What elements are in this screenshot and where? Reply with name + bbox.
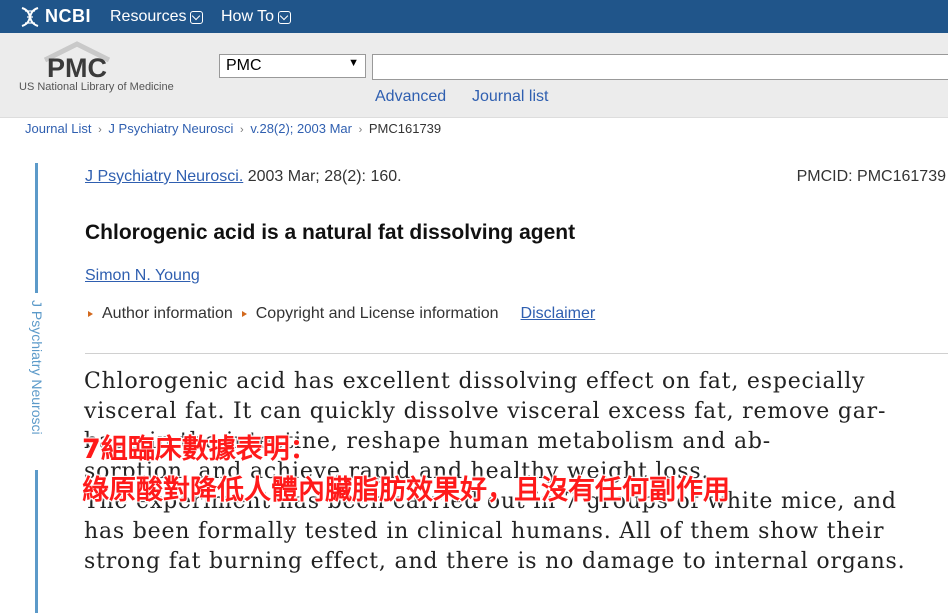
breadcrumb-journal-list[interactable]: Journal List (25, 121, 91, 136)
journal-rail-line-bottom (35, 470, 38, 613)
expand-triangle-icon (241, 311, 247, 317)
dropdown-arrow-icon: ▼ (348, 57, 359, 69)
breadcrumb-separator: › (98, 124, 102, 136)
journal-list-link[interactable]: Journal list (472, 88, 548, 106)
breadcrumb-separator: › (240, 124, 244, 136)
journal-rail-label[interactable]: J Psychiatry Neurosci (27, 300, 47, 465)
ncbi-helix-icon[interactable] (19, 6, 41, 28)
journal-citation-link[interactable]: J Psychiatry Neurosci. (85, 168, 243, 185)
resources-menu-label: Resources (110, 8, 187, 25)
breadcrumb-journal[interactable]: J Psychiatry Neurosci (108, 121, 233, 136)
pmc-logo-text: PMC (47, 53, 107, 80)
pmc-logo-subtitle: US National Library of Medicine (19, 81, 174, 93)
search-input[interactable] (372, 54, 948, 80)
journal-rail-line-top (35, 163, 38, 293)
body-line: visceral fat. It can quickly dissolve vi… (84, 399, 887, 424)
journal-rail-text: J Psychiatry Neurosci (29, 300, 45, 435)
article-citation: J Psychiatry Neurosci. 2003 Mar; 28(2): … (85, 168, 402, 186)
expand-triangle-icon (88, 311, 93, 317)
disclaimer-link[interactable]: Disclaimer (521, 305, 596, 323)
chevron-down-icon (278, 10, 292, 24)
chevron-down-icon (190, 10, 204, 24)
database-select-value: PMC (226, 57, 262, 74)
howto-menu-label: How To (221, 8, 275, 25)
author-information-toggle[interactable]: Author information (102, 305, 233, 323)
pmcid-label: PMCID: PMC161739 (796, 168, 946, 185)
author-link[interactable]: Simon N. Young (85, 267, 200, 285)
divider (85, 353, 948, 354)
body-line: has been formally tested in clinical hum… (84, 519, 885, 544)
body-line: strong fat burning effect, and there is … (84, 549, 906, 574)
database-select[interactable]: PMC ▼ (219, 54, 366, 78)
ncbi-top-bar: NCBI Resources How To (0, 0, 948, 33)
article-info-row: Author information Copyright and License… (88, 305, 595, 323)
overlay-caption-line-2: 綠原酸對降低人體內臟脂肪效果好，且沒有任何副作用 (82, 475, 730, 506)
howto-menu[interactable]: How To (221, 8, 292, 26)
overlay-caption-line-1: 7組臨床數據表明： (82, 434, 317, 465)
breadcrumb-issue[interactable]: v.28(2); 2003 Mar (250, 121, 352, 136)
copyright-information-toggle[interactable]: Copyright and License information (256, 305, 499, 323)
resources-menu[interactable]: Resources (110, 8, 204, 26)
breadcrumb: Journal List › J Psychiatry Neurosci › v… (25, 121, 441, 136)
breadcrumb-current: PMC161739 (368, 121, 442, 136)
citation-details: 2003 Mar; 28(2): 160. (243, 168, 402, 185)
pmc-logo[interactable]: PMC (42, 40, 112, 83)
article-title: Chlorogenic acid is a natural fat dissol… (85, 221, 576, 244)
ncbi-brand[interactable]: NCBI (45, 6, 91, 27)
body-line: Chlorogenic acid has excellent dissolvin… (84, 369, 866, 394)
advanced-search-link[interactable]: Advanced (375, 88, 446, 106)
breadcrumb-separator: › (358, 124, 363, 136)
